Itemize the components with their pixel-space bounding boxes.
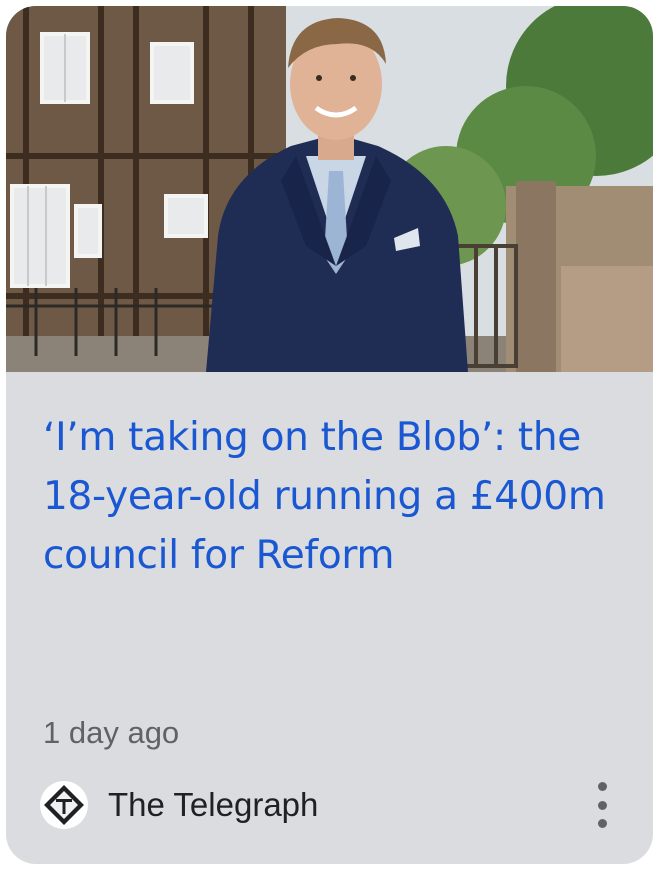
more-vert-icon-dot — [597, 819, 607, 828]
article-timestamp: 1 day ago — [43, 715, 180, 750]
more-vert-icon-dot — [597, 800, 607, 810]
article-image[interactable] — [6, 6, 653, 372]
source-name[interactable]: The Telegraph — [108, 785, 318, 825]
more-options-button[interactable] — [588, 782, 616, 828]
more-vert-icon — [597, 782, 607, 791]
article-photo — [6, 6, 653, 372]
article-headline[interactable]: ‘I’m taking on the Blob’: the 18-year-ol… — [43, 408, 633, 585]
source-row: The Telegraph — [40, 778, 630, 832]
telegraph-logo-icon — [40, 781, 88, 829]
news-card[interactable]: ‘I’m taking on the Blob’: the 18-year-ol… — [6, 6, 653, 864]
